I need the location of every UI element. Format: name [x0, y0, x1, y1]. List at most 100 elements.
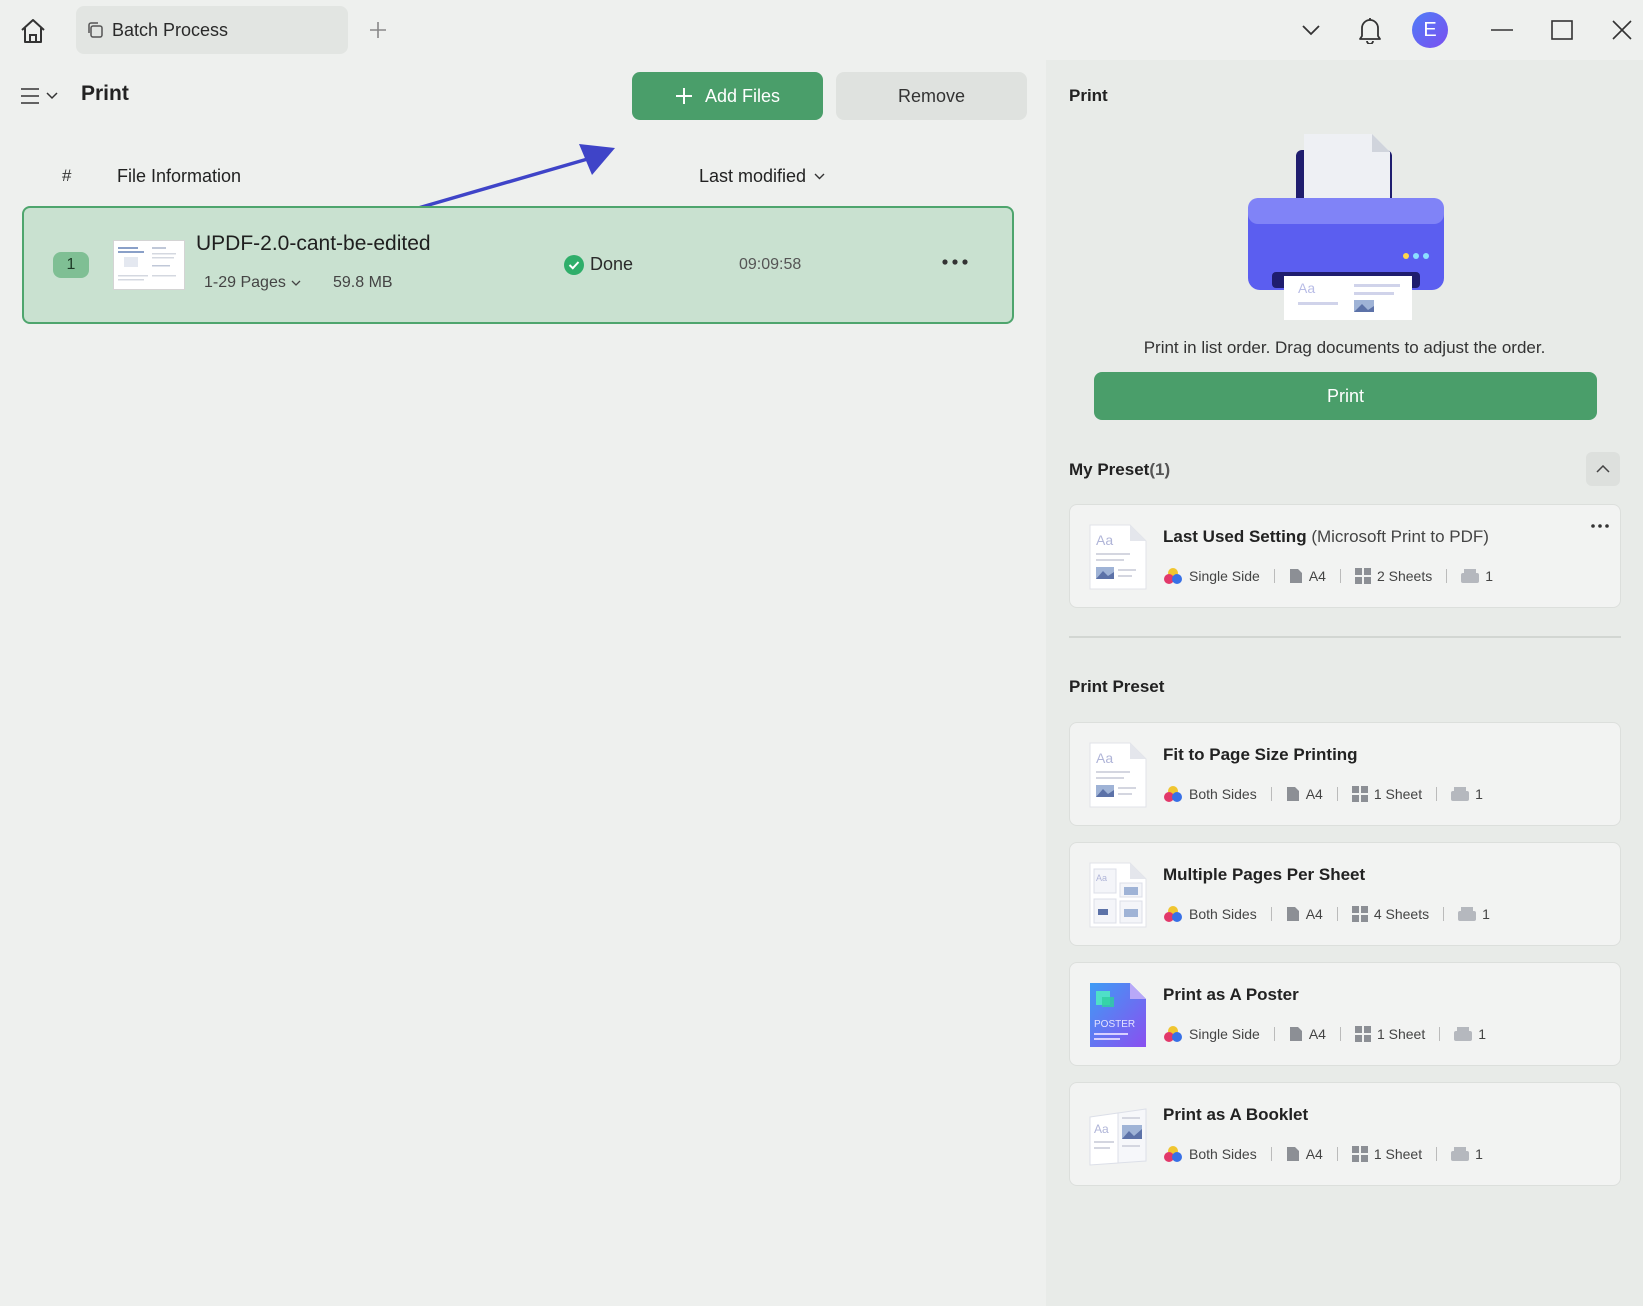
new-tab-button[interactable] — [366, 16, 390, 44]
preset-sides: Both Sides — [1189, 1146, 1257, 1162]
preset-name: Print as A Poster — [1163, 985, 1299, 1004]
svg-text:Aa: Aa — [1096, 873, 1107, 883]
print-panel-title: Print — [1069, 86, 1108, 105]
paper-size-icon — [1286, 907, 1299, 921]
my-preset-count: (1) — [1149, 460, 1171, 479]
column-header-file-info: File Information — [117, 166, 242, 186]
print-preset-title: Print Preset — [1069, 677, 1165, 696]
page-range-label: 1-29 Pages — [204, 274, 286, 291]
preset-copies: 1 — [1475, 1146, 1483, 1162]
sheets-icon — [1354, 568, 1371, 584]
preset-meta: Both Sides A4 1 Sheet 1 — [1163, 1145, 1483, 1163]
preset-sides: Both Sides — [1189, 906, 1257, 922]
preset-paper: A4 — [1308, 1026, 1326, 1042]
svg-text:Aa: Aa — [1096, 750, 1113, 766]
add-files-button[interactable]: Add Files — [632, 72, 823, 120]
preset-sheets: 4 Sheets — [1373, 906, 1430, 922]
remove-label: Remove — [897, 85, 966, 106]
divider — [1273, 1027, 1275, 1041]
color-icon — [1164, 568, 1182, 584]
my-preset-title: My Preset — [1069, 460, 1150, 479]
preset-title: Fit to Page Size Printing — [1163, 745, 1358, 765]
preset-paper: A4 — [1308, 568, 1326, 584]
preset-card-poster[interactable]: POSTER Print as A Poster Single Side A4 … — [1069, 962, 1621, 1066]
divider — [1336, 787, 1338, 801]
paper-size-icon — [1286, 1147, 1299, 1161]
home-button[interactable] — [14, 12, 52, 50]
color-icon — [1164, 1026, 1182, 1042]
svg-text:Aa: Aa — [1298, 280, 1315, 296]
copies-icon — [1451, 1147, 1470, 1161]
preset-card-fit-to-page[interactable]: Aa Fit to Page Size Printing Both Sides … — [1069, 722, 1621, 826]
divider — [1336, 1147, 1338, 1161]
status-badge: Done — [564, 254, 633, 275]
menu-button[interactable] — [20, 82, 62, 110]
file-name: UPDF-2.0-cant-be-edited — [196, 232, 431, 255]
preset-paper: A4 — [1305, 786, 1323, 802]
poster-icon-label: POSTER — [1094, 1019, 1135, 1030]
copies-icon — [1458, 907, 1477, 921]
collapse-my-preset-button[interactable] — [1586, 452, 1620, 486]
title-bar: Batch Process E — [0, 0, 1643, 60]
divider — [1336, 907, 1338, 921]
preset-meta: Both Sides A4 4 Sheets 1 — [1163, 905, 1490, 923]
user-account-button[interactable]: E — [1411, 8, 1449, 52]
maximize-button[interactable] — [1544, 8, 1580, 52]
preset-sides: Single Side — [1189, 568, 1260, 584]
preset-card-booklet[interactable]: Aa Print as A Booklet Both Sides A4 1 Sh… — [1069, 1082, 1621, 1186]
paper-size-icon — [1286, 787, 1299, 801]
avatar: E — [1412, 12, 1448, 48]
print-button[interactable]: Print — [1094, 372, 1597, 420]
chevron-down-icon — [814, 173, 825, 180]
preset-sheets: 2 Sheets — [1376, 568, 1433, 584]
minimize-icon — [1491, 29, 1513, 31]
add-files-label: Add Files — [704, 85, 781, 106]
print-button-label: Print — [1326, 385, 1364, 406]
file-size: 59.8 MB — [333, 274, 393, 291]
divider — [1270, 907, 1272, 921]
plus-icon — [675, 88, 692, 104]
page-icon: Aa — [1089, 742, 1147, 808]
minimize-button[interactable] — [1484, 8, 1520, 52]
preset-name: Last Used Setting — [1163, 527, 1307, 546]
notifications-button[interactable] — [1352, 8, 1388, 52]
tab-batch-process[interactable]: Batch Process — [76, 6, 348, 54]
copies-icon — [1454, 1027, 1473, 1041]
divider — [1436, 787, 1438, 801]
copies-icon — [1461, 569, 1480, 583]
remove-button[interactable]: Remove — [836, 72, 1027, 120]
chevron-down-icon — [291, 280, 301, 286]
preset-title: Multiple Pages Per Sheet — [1163, 865, 1365, 885]
close-icon — [1612, 20, 1632, 40]
home-icon — [21, 19, 45, 43]
sort-last-modified[interactable]: Last modified — [699, 166, 825, 187]
preset-name: Multiple Pages Per Sheet — [1163, 865, 1366, 884]
preset-sheets: 1 Sheet — [1376, 1026, 1426, 1042]
multi-page-icon: Aa — [1089, 862, 1147, 928]
poster-icon: POSTER — [1090, 983, 1146, 1047]
panel-title: Print — [81, 82, 129, 105]
document-preview-icon — [118, 247, 176, 281]
page-range-dropdown[interactable]: 1-29 Pages — [204, 274, 301, 292]
dropdown-button[interactable] — [1293, 8, 1329, 52]
copies-icon — [1451, 787, 1470, 801]
sheets-icon — [1351, 1146, 1368, 1162]
divider — [1270, 787, 1272, 801]
preset-more-button[interactable] — [1588, 517, 1612, 535]
booklet-icon: Aa — [1089, 1108, 1147, 1166]
preset-copies: 1 — [1475, 786, 1483, 802]
preset-card-last-used[interactable]: Aa Last Used Setting (Microsoft Print to… — [1069, 504, 1621, 608]
close-button[interactable] — [1604, 8, 1640, 52]
preset-title: Last Used Setting (Microsoft Print to PD… — [1163, 527, 1489, 547]
divider — [1446, 569, 1448, 583]
my-preset-header: My Preset(1) — [1069, 460, 1170, 480]
table-row[interactable]: 1 UPDF-2.0-cant-be-edited 1-29 Pages 59.… — [22, 206, 1014, 324]
file-list-panel: Print Add Files Remove # File Informatio… — [0, 60, 1039, 1306]
svg-text:Aa: Aa — [1096, 532, 1113, 548]
preset-copies: 1 — [1485, 568, 1494, 584]
more-options-button[interactable] — [940, 250, 970, 274]
sheets-icon — [1351, 786, 1368, 802]
preset-paper: A4 — [1305, 1146, 1323, 1162]
preset-sides: Single Side — [1189, 1026, 1260, 1042]
preset-card-multiple-pages[interactable]: Aa Multiple Pages Per Sheet Both Sides A… — [1069, 842, 1621, 946]
